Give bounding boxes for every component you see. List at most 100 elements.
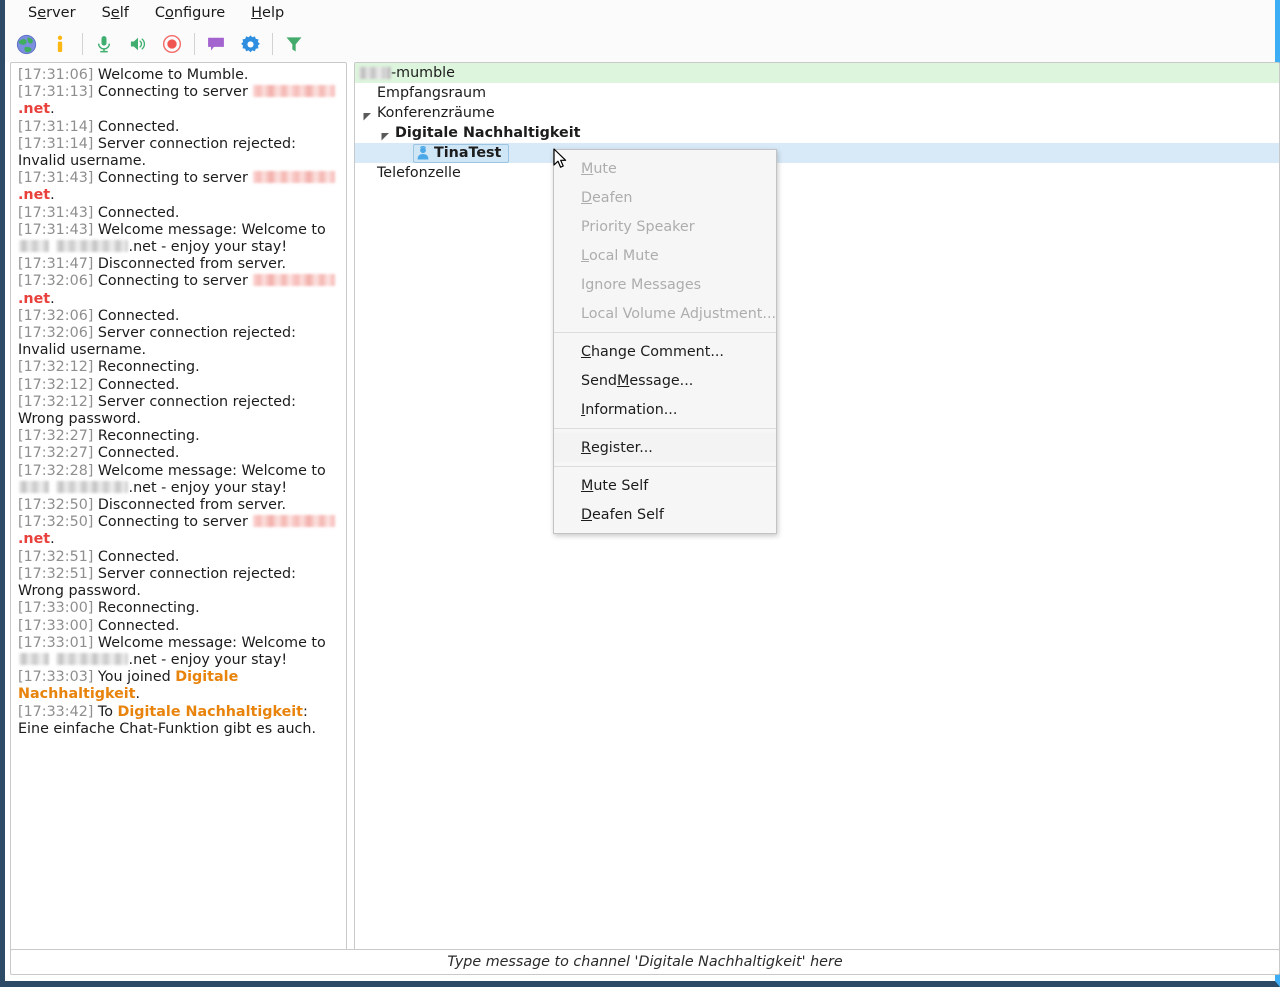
menu-configure[interactable]: Configure [142,2,238,24]
chat-log-line: [17:32:27] Reconnecting. [18,428,340,445]
chat-log-timestamp: [17:31:47] [18,256,94,273]
ctx-register[interactable]: Register... [554,433,776,462]
chat-log-timestamp: [17:32:50] [18,497,94,514]
chat-log-timestamp: [17:33:42] [18,703,94,720]
chat-log-line: [17:32:51] Server connection rejected: W… [18,566,340,600]
filter-funnel-icon[interactable] [280,30,308,58]
tree-row-channel-digitale-nachhaltigkeit[interactable]: Digitale Nachhaltigkeit [355,123,1279,143]
chat-log-line: [17:31:43] Welcome message: Welcome to .… [18,222,340,256]
chat-log-text: .net - enjoy your stay! [128,651,288,668]
redacted-server-hostname [55,480,128,493]
ctx-label-accel: M [581,160,594,177]
chat-log-panel[interactable]: [17:31:06] Welcome to Mumble. [17:31:13] … [10,62,347,955]
record-icon[interactable] [158,30,186,58]
chat-log-timestamp: [17:32:12] [18,393,94,410]
chat-log-text [50,652,55,668]
ctx-label-pre: Ignore Messages [581,276,702,293]
tree-row-channel-empfangsraum[interactable]: Empfangsraum [355,83,1279,103]
menu-help[interactable]: Help [238,2,297,24]
tree-row-label: Telefonzelle [377,165,461,181]
speaker-icon[interactable] [124,30,152,58]
redacted-server-hostname [55,652,128,665]
chat-log-timestamp: [17:32:12] [18,359,94,376]
chat-log-line: [17:32:27] Connected. [18,445,340,462]
chat-log-text [50,480,55,496]
tree-expand-arrow-icon[interactable] [381,129,390,140]
chat-log-channel-link[interactable]: Digitale Nachhaltigkeit [118,704,303,720]
ctx-label-pre: Priority Speaker [581,218,695,235]
redacted-server-hostname [253,515,336,528]
ctx-change-comment[interactable]: Change Comment... [554,337,776,366]
chat-log-timestamp: [17:32:51] [18,548,94,565]
toolbar-separator [82,33,83,55]
chat-log-timestamp: [17:31:43] [18,204,94,221]
ctx-label-post: eafen Self [592,506,664,523]
ctx-separator [554,466,776,467]
chat-log-text: Disconnected from server. [97,256,287,273]
ctx-label-post: egister... [590,439,653,456]
toolbar [5,26,1275,62]
chat-log-text: Reconnecting. [97,600,200,617]
ctx-label-post: ute Self [593,477,649,494]
ctx-label-accel: R [581,439,591,456]
user-entry-badge[interactable]: TinaTest [413,143,510,163]
chat-log-line: [17:32:28] Welcome message: Welcome to .… [18,463,340,497]
chat-log-server-name: .net [18,531,51,548]
tree-expand-arrow-icon[interactable] [363,109,372,120]
tree-row-user-tinatest[interactable]: TinaTest [355,143,1279,163]
user-avatar-icon [416,146,430,160]
chat-bubble-icon[interactable] [202,30,230,58]
message-input-box[interactable]: Type message to channel 'Digitale Nachha… [10,949,1280,975]
chat-log-text [50,239,55,255]
gear-settings-icon[interactable] [236,30,264,58]
globe-server-connect-icon[interactable] [12,30,40,58]
tree-row-label: Digitale Nachhaltigkeit [395,125,581,141]
tree-row-server[interactable]: -mumble [355,63,1279,83]
tree-row-label: Konferenzräume [377,105,495,121]
chat-log-text: Connecting to server [97,273,253,290]
ctx-label-post: essage... [629,372,694,389]
chat-log-text: Connected. [97,445,180,462]
redacted-server-prefix [359,67,391,79]
ctx-deafen-self[interactable]: Deafen Self [554,500,776,529]
chat-log-timestamp: [17:33:00] [18,600,94,617]
chat-log-line: [17:32:06] Server connection rejected: I… [18,325,340,359]
menu-bar: Server Self Configure Help [5,0,1275,26]
chat-log-timestamp: [17:33:03] [18,669,94,686]
chat-log-line: [17:32:06] Connected. [18,308,340,325]
menu-self[interactable]: Self [89,2,142,24]
ctx-separator [554,332,776,333]
tree-row-channel-konferenzraeume[interactable]: Konferenzräume [355,103,1279,123]
chat-log-line: [17:32:12] Connected. [18,377,340,394]
user-context-menu[interactable]: Mute Deafen Priority Speaker Local Mute Igno… [553,149,777,534]
chat-log-line: [17:32:51] Connected. [18,549,340,566]
chat-log-timestamp: [17:32:06] [18,307,94,324]
redacted-server-hostname [19,652,49,665]
chat-log-timestamp: [17:32:28] [18,462,94,479]
chat-log-line: [17:32:12] Reconnecting. [18,359,340,376]
microphone-icon[interactable] [90,30,118,58]
ctx-ignore-messages: Ignore Messages [554,270,776,299]
channel-tree-panel[interactable]: -mumble Empfangsraum Konferenzräume Digital… [354,62,1280,955]
ctx-send-message[interactable]: Send Message... [554,366,776,395]
ctx-label-accel: M [581,477,594,494]
chat-log-text: . [50,187,55,204]
chat-log-text: Disconnected from server. [97,497,287,514]
ctx-label-pre: Local Volume Adjustment... [581,305,777,322]
menu-server[interactable]: Server [15,2,89,24]
ctx-mute-self[interactable]: Mute Self [554,471,776,500]
menu-label-accel: o [164,5,174,21]
chat-log-line: [17:33:00] Connected. [18,618,340,635]
chat-log-text: Welcome to Mumble. [97,67,249,83]
tree-row-channel-telefonzelle[interactable]: Telefonzelle [355,163,1279,183]
redacted-server-hostname [253,274,336,287]
chat-log-line: [17:31:47] Disconnected from server. [18,256,340,273]
menu-label-accel: H [251,5,263,21]
chat-log-text: . [50,101,55,118]
chat-log-line: [17:31:14] Connected. [18,119,340,136]
chat-log-text: Welcome message: Welcome to [97,634,326,651]
information-icon[interactable] [46,30,74,58]
ctx-label-post: ocal Mute [588,247,659,264]
ctx-information[interactable]: Information... [554,395,776,424]
chat-log-text: Connected. [97,204,180,221]
